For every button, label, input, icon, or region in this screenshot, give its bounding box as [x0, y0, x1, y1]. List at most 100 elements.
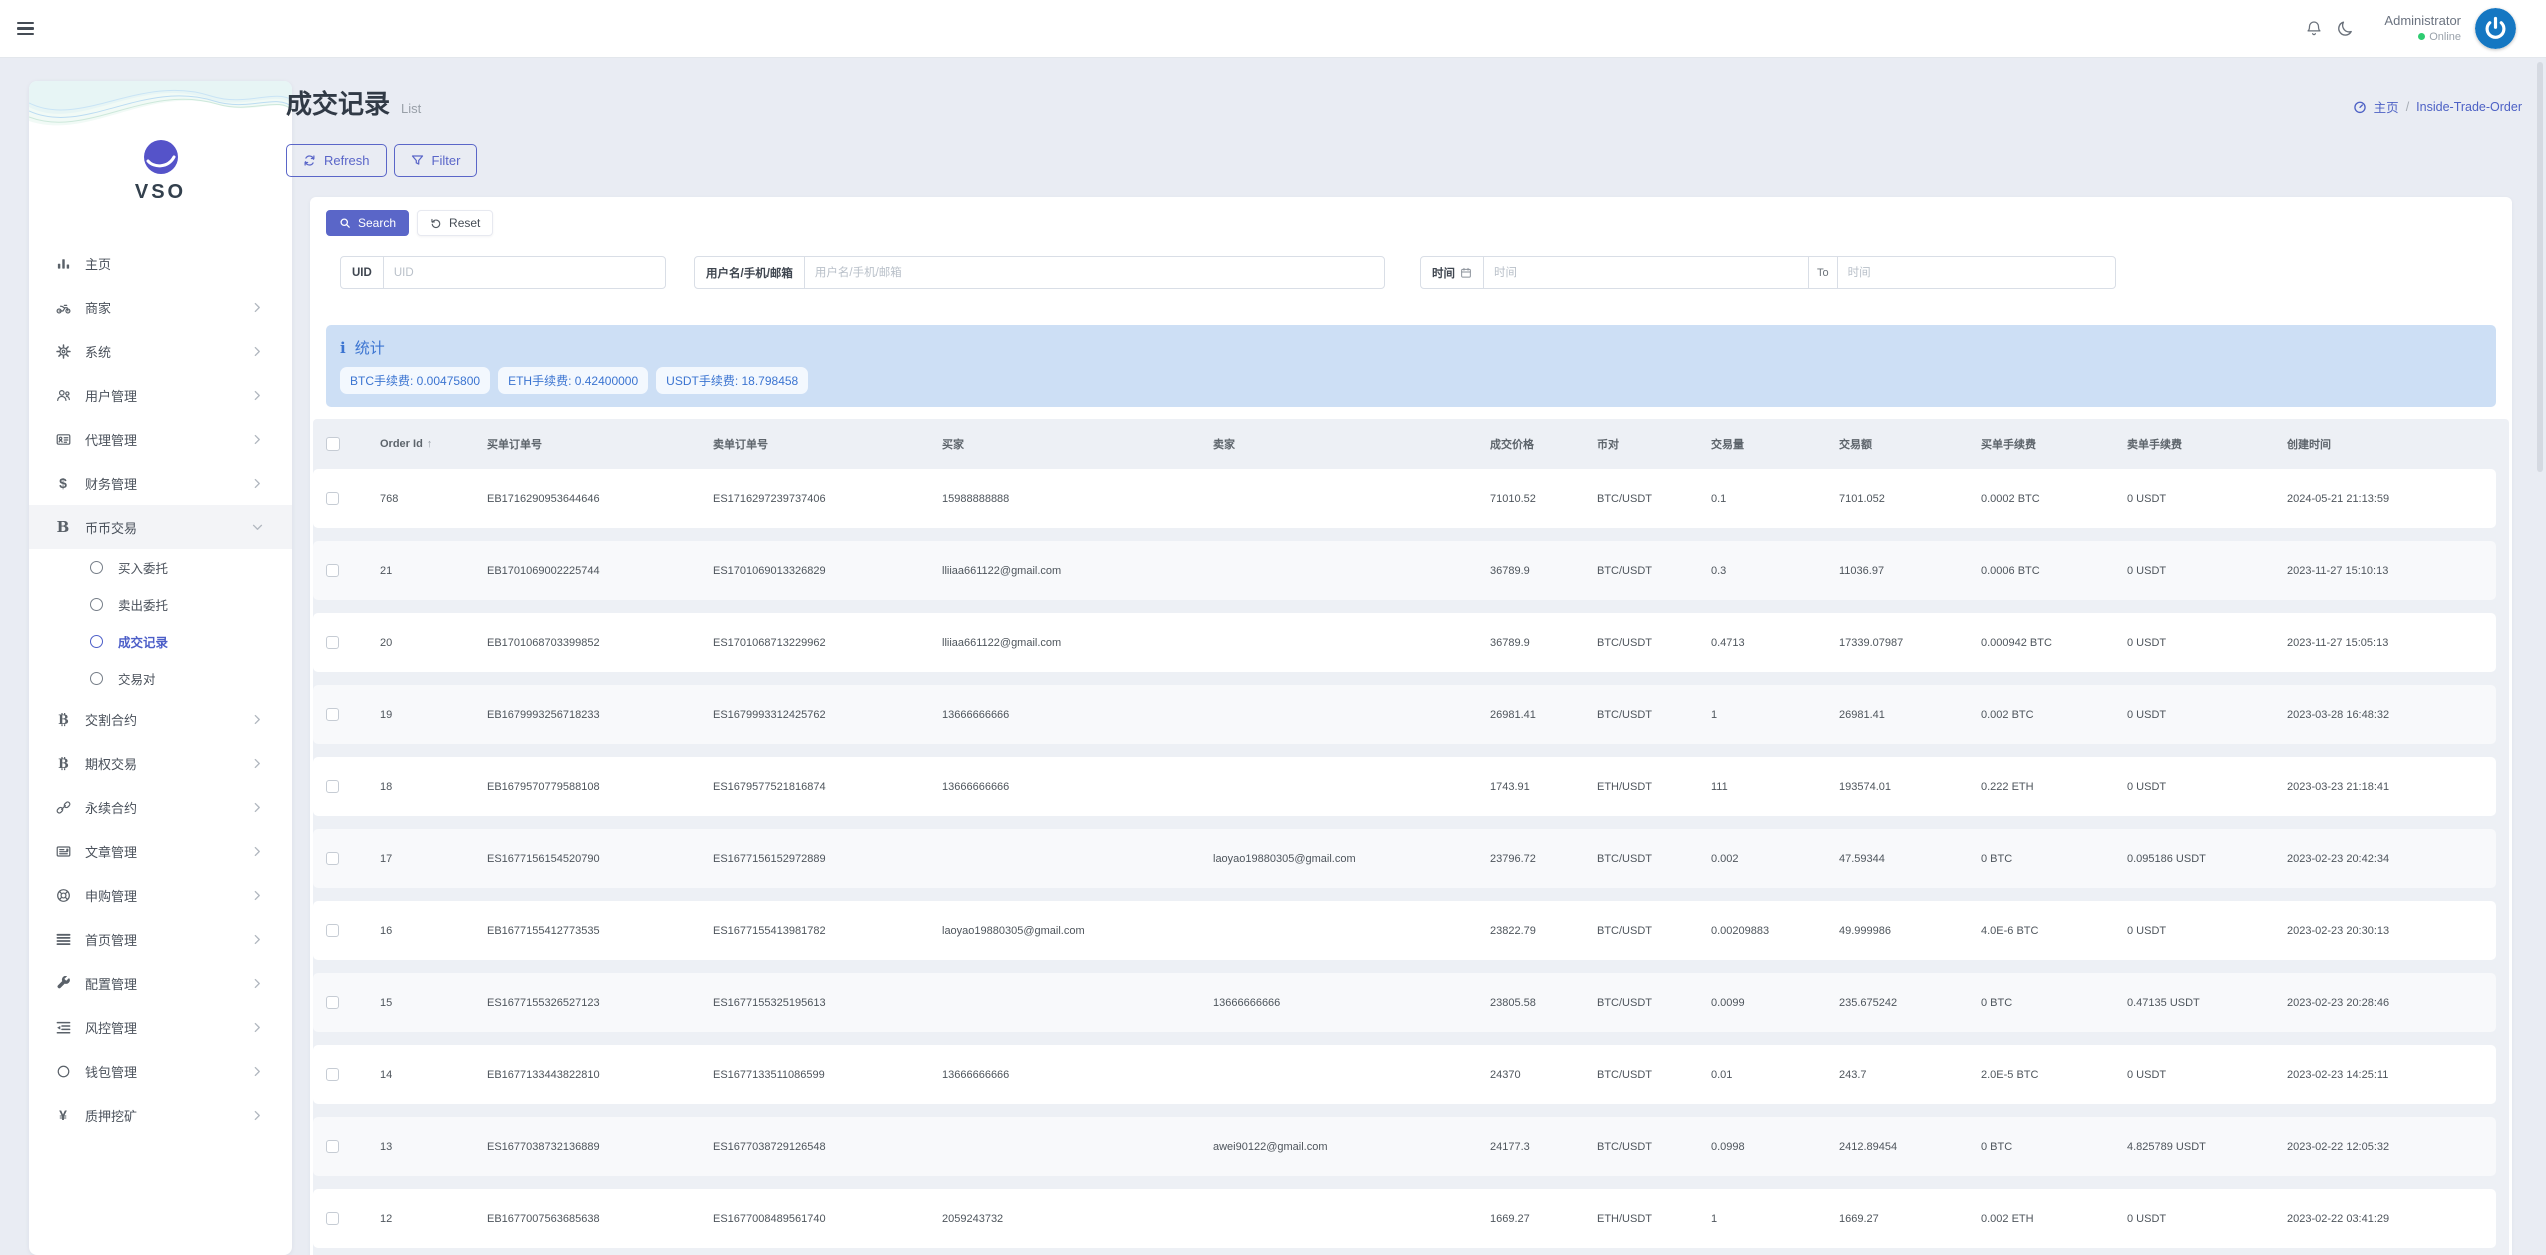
table-zone: Order Id ↑ 买单订单号 卖单订单号 买家 卖家 成交价格 币对 交易量 交易额 买单手续费… [313, 419, 2509, 1255]
cell-volume: 0.1 [1711, 469, 1839, 528]
column-header-order_id[interactable]: Order Id ↑ [380, 432, 487, 456]
moon-icon[interactable] [2336, 20, 2354, 38]
cell-created_at: 2023-11-27 15:05:13 [2287, 613, 2496, 672]
uid-input[interactable] [383, 257, 665, 288]
sidebar-item-config-mgmt[interactable]: 配置管理 [29, 961, 292, 1005]
cell-volume: 111 [1711, 757, 1839, 816]
uid-filter-group: UID [340, 256, 666, 289]
table-row: 21 EB1701069002225744 ES1701069013326829 ll… [313, 541, 2496, 600]
row-checkbox[interactable] [326, 492, 339, 505]
cell-price: 24177.3 [1490, 1117, 1597, 1176]
row-checkbox[interactable] [326, 924, 339, 937]
gear-icon [54, 343, 72, 359]
sidebar-item-user-mgmt[interactable]: 用户管理 [29, 373, 292, 417]
column-header-sell_fee[interactable]: 卖单手续费 [2127, 432, 2287, 456]
sidebar-item-system[interactable]: 系统 [29, 329, 292, 373]
chevron-down-icon [252, 522, 263, 533]
select-all-checkbox[interactable] [326, 437, 340, 451]
cell-sell_fee: 0 USDT [2127, 1189, 2287, 1248]
reset-button[interactable]: Reset [417, 210, 494, 236]
sidebar-item-perpetual-contract[interactable]: 永续合约 [29, 785, 292, 829]
column-header-seller[interactable]: 卖家 [1213, 432, 1490, 456]
sidebar-item-spot-trade[interactable]: B 币币交易 [29, 505, 292, 549]
sidebar-item-delivery-contract[interactable]: B 交割合约 [29, 697, 292, 741]
sidebar-subitem-buy-orders[interactable]: 买入委托 [29, 549, 292, 586]
sidebar-subitem-trade-records[interactable]: 成交记录 [29, 623, 292, 660]
row-checkbox[interactable] [326, 564, 339, 577]
filter-icon [411, 155, 423, 165]
stats-title: 统计 [354, 340, 385, 357]
sidebar-item-homepage-mgmt[interactable]: 首页管理 [29, 917, 292, 961]
sidebar-item-label: 期权交易 [85, 756, 138, 772]
row-checkbox[interactable] [326, 852, 339, 865]
breadcrumb-home-link[interactable]: 主页 [2374, 97, 2399, 116]
refresh-button[interactable]: Refresh [286, 144, 387, 177]
bell-icon[interactable] [2305, 20, 2323, 38]
btc-icon: B [54, 712, 72, 727]
user-filter-group: 用户名/手机/邮箱 [694, 256, 1385, 289]
cell-sell_fee: 0 USDT [2127, 469, 2287, 528]
row-checkbox[interactable] [326, 636, 339, 649]
column-header-buy_fee[interactable]: 买单手续费 [1981, 432, 2127, 456]
column-header-amount[interactable]: 交易额 [1839, 432, 1981, 456]
sidebar-item-option-trade[interactable]: B 期权交易 [29, 741, 292, 785]
cell-amount: 7101.052 [1839, 469, 1981, 528]
sidebar-subitem-trade-pairs[interactable]: 交易对 [29, 660, 292, 697]
row-checkbox[interactable] [326, 996, 339, 1009]
sidebar-item-merchant[interactable]: 商家 [29, 285, 292, 329]
search-button[interactable]: Search [326, 210, 410, 236]
cell-sell_fee: 0 USDT [2127, 685, 2287, 744]
cell-price: 1669.27 [1490, 1189, 1597, 1248]
table-row: 20 EB1701068703399852 ES1701068713229962 ll… [313, 613, 2496, 672]
cell-seller [1213, 901, 1490, 960]
column-header-price[interactable]: 成交价格 [1490, 432, 1597, 456]
row-checkbox[interactable] [326, 780, 339, 793]
sidebar-item-label: 文章管理 [85, 844, 138, 860]
menu-icon[interactable] [17, 22, 34, 35]
avatar[interactable] [2475, 8, 2516, 49]
row-checkbox[interactable] [326, 1140, 339, 1153]
svg-text:B: B [58, 712, 69, 727]
row-checkbox[interactable] [326, 1068, 339, 1081]
sidebar-item-wallet-mgmt[interactable]: 钱包管理 [29, 1049, 292, 1093]
id-card-icon [54, 432, 72, 447]
column-header-pair[interactable]: 币对 [1597, 432, 1711, 456]
sidebar-item-agent-mgmt[interactable]: 代理管理 [29, 417, 292, 461]
row-checkbox[interactable] [326, 1212, 339, 1225]
sidebar-item-risk-mgmt[interactable]: 风控管理 [29, 1005, 292, 1049]
sidebar-item-subscription-mgmt[interactable]: 申购管理 [29, 873, 292, 917]
time-from-input[interactable] [1484, 257, 1808, 288]
column-header-sell_order_no[interactable]: 卖单订单号 [713, 432, 942, 456]
filter-button[interactable]: Filter [393, 144, 478, 177]
cell-order_id: 768 [380, 469, 487, 528]
cell-order_id: 14 [380, 1045, 487, 1104]
cell-price: 24370 [1490, 1045, 1597, 1104]
chevron-right-icon [254, 978, 262, 989]
user-filter-input[interactable] [804, 257, 1384, 288]
chart-bar-icon [54, 256, 72, 271]
brand-name: VSO [134, 181, 187, 203]
cell-seller: 13666666666 [1213, 973, 1490, 1032]
column-header-buy_order_no[interactable]: 买单订单号 [487, 432, 713, 456]
row-checkbox[interactable] [326, 708, 339, 721]
sidebar-item-staking-mining[interactable]: ¥ 质押挖矿 [29, 1093, 292, 1137]
time-to-input[interactable] [1837, 257, 2174, 288]
circle-icon [90, 672, 103, 685]
column-header-volume[interactable]: 交易量 [1711, 432, 1839, 456]
brand-logo-icon [143, 140, 178, 174]
cell-sell_order_no: ES1701069013326829 [713, 541, 942, 600]
sidebar-item-label: 钱包管理 [85, 1064, 138, 1080]
table-row: 19 EB1679993256718233 ES1679993312425762 13… [313, 685, 2496, 744]
search-icon [340, 218, 350, 228]
column-header-buyer[interactable]: 买家 [942, 432, 1213, 456]
sidebar-subitem-sell-orders[interactable]: 卖出委托 [29, 586, 292, 623]
sidebar-item-finance-mgmt[interactable]: $ 财务管理 [29, 461, 292, 505]
sidebar-item-article-mgmt[interactable]: 文章管理 [29, 829, 292, 873]
bars-icon [54, 932, 72, 947]
sidebar-item-label: 主页 [85, 256, 112, 272]
column-header-created_at[interactable]: 创建时间 [2287, 432, 2496, 456]
chevron-right-icon [254, 890, 262, 901]
cell-seller: awei90122@gmail.com [1213, 1117, 1490, 1176]
sidebar-item-home[interactable]: 主页 [29, 241, 292, 285]
scrollbar-thumb[interactable] [2537, 62, 2543, 472]
